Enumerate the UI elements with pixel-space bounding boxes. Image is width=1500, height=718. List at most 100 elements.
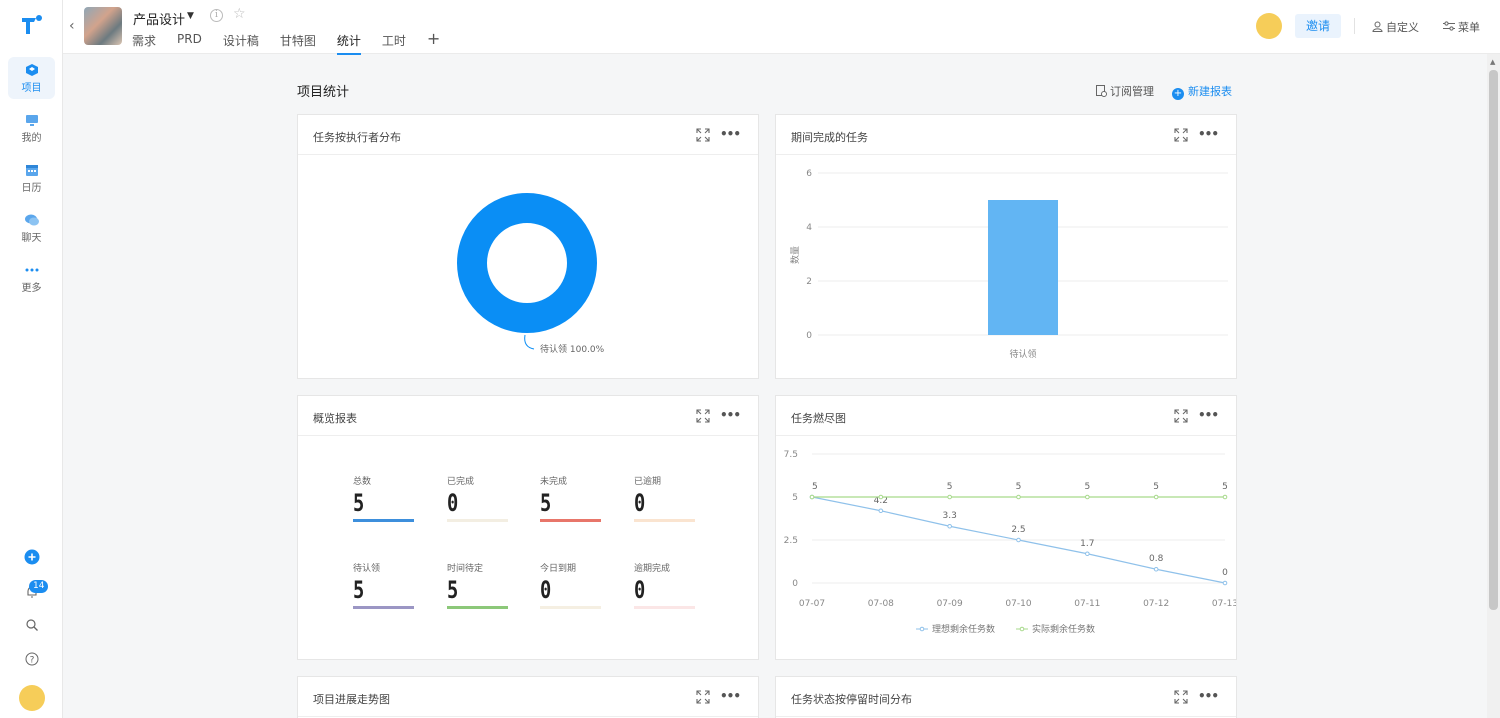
rail-item-more[interactable]: 更多 [8, 257, 55, 299]
x-tick-label: 07-07 [799, 599, 825, 609]
settings-sliders-icon [1443, 21, 1455, 31]
caret-down-icon[interactable]: ▼ [187, 11, 194, 21]
divider [1354, 18, 1355, 34]
star-icon[interactable]: ☆ [233, 6, 246, 22]
add-button[interactable] [0, 549, 63, 568]
data-label: 5 [1222, 482, 1228, 492]
card-title: 期间完成的任务 [791, 131, 868, 144]
person-icon [1372, 21, 1383, 32]
tab-requirements[interactable]: 需求 [132, 32, 156, 55]
data-point [878, 508, 884, 514]
stat-label: 总数 [353, 477, 372, 487]
menu-button[interactable]: 菜单 [1443, 19, 1480, 35]
expand-icon[interactable] [696, 409, 710, 423]
stat-bar [447, 519, 508, 522]
stat-completed-late: 逾期完成 0 [634, 561, 696, 609]
search-icon [25, 619, 38, 631]
expand-icon[interactable] [1174, 409, 1188, 423]
project-name[interactable]: 产品设计 [133, 9, 185, 28]
user-avatar[interactable] [0, 685, 63, 711]
data-point [947, 523, 952, 529]
expand-icon[interactable] [696, 690, 710, 704]
rail-item-project[interactable]: 项目 [8, 57, 55, 99]
expand-icon[interactable] [696, 128, 710, 142]
tab-statistics[interactable]: 统计 [336, 32, 361, 55]
app-logo-icon[interactable] [20, 14, 44, 36]
rail-item-calendar[interactable]: 日历 [8, 157, 55, 199]
more-options-icon[interactable]: ••• [1198, 689, 1219, 703]
help-button[interactable]: ? [0, 652, 63, 669]
tab-design[interactable]: 设计稿 [223, 32, 259, 55]
avatar[interactable] [1256, 13, 1282, 39]
expand-icon[interactable] [1174, 690, 1188, 704]
expand-icon[interactable] [1174, 128, 1188, 142]
vertical-scrollbar[interactable]: ▲ [1487, 54, 1500, 718]
subscribe-icon [1096, 85, 1107, 97]
rail-item-mine[interactable]: 我的 [8, 107, 55, 149]
status-duration-card: 任务状态按停留时间分布 ••• [775, 676, 1237, 718]
legend-label: 理想剩余任务数 [932, 623, 995, 635]
tab-gantt[interactable]: 甘特图 [280, 32, 316, 55]
x-tick-label: 07-12 [1143, 599, 1169, 609]
new-report-label: 新建报表 [1188, 85, 1232, 98]
project-cover-image [84, 7, 122, 45]
back-chevron-icon[interactable]: ‹ [69, 18, 75, 34]
y-tick-label: 7.5 [784, 450, 798, 460]
stat-label: 已逾期 [634, 477, 662, 487]
data-label: 0.8 [1149, 554, 1164, 564]
data-point [878, 494, 884, 500]
data-point [1222, 494, 1228, 500]
calendar-icon [25, 165, 38, 176]
y-tick-label: 0 [792, 579, 798, 589]
card-header: 概览报表 ••• [298, 396, 758, 436]
data-label: 5 [1016, 482, 1022, 492]
stat-bar [447, 606, 508, 609]
stat-time-tbd: 时间待定 5 [447, 561, 509, 609]
subscription-manage-button[interactable]: 订阅管理 [1096, 83, 1154, 99]
more-options-icon[interactable]: ••• [720, 127, 741, 141]
more-options-icon[interactable]: ••• [1198, 127, 1219, 141]
page-title: 项目统计 [297, 85, 350, 100]
rail-item-label: 项目 [21, 83, 42, 94]
invite-button[interactable]: 邀请 [1295, 14, 1341, 38]
stat-value: 0 [540, 576, 552, 604]
rail-item-chat[interactable]: 聊天 [8, 207, 55, 249]
customize-label: 自定义 [1386, 21, 1419, 34]
add-tab-icon[interactable]: + [427, 31, 440, 55]
stat-value: 0 [447, 489, 459, 517]
stat-due-today: 今日到期 0 [540, 561, 602, 609]
y-tick-label: 4 [806, 223, 812, 233]
stat-label: 已完成 [447, 477, 475, 487]
new-report-button[interactable]: + 新建报表 [1172, 83, 1232, 100]
more-options-icon[interactable]: ••• [1198, 408, 1219, 422]
search-button[interactable] [0, 618, 63, 635]
more-options-icon[interactable]: ••• [720, 689, 741, 703]
scrollbar-thumb[interactable] [1489, 70, 1498, 610]
stat-value: 5 [447, 576, 459, 604]
info-icon[interactable]: i [210, 9, 223, 22]
stat-bar [634, 606, 695, 609]
completed-tasks-card: 期间完成的任务 ••• 0 2 4 6 数量 待认领 [775, 114, 1237, 379]
legend-marker [919, 626, 925, 632]
data-point [1222, 580, 1228, 586]
y-tick-label: 2 [806, 277, 812, 287]
notifications-button[interactable]: 14 [0, 580, 63, 602]
tab-worktime[interactable]: 工时 [382, 32, 406, 55]
stat-bar [353, 606, 414, 609]
more-options-icon[interactable]: ••• [720, 408, 741, 422]
y-tick-label: 0 [806, 331, 812, 341]
donut-slice [457, 193, 597, 333]
data-label: 5 [1153, 482, 1159, 492]
stat-bar [634, 519, 695, 522]
data-label: 3.3 [943, 511, 957, 521]
y-tick-label: 6 [806, 169, 812, 179]
tab-prd[interactable]: PRD [177, 32, 202, 55]
stat-bar [540, 606, 601, 609]
data-point [1085, 494, 1090, 500]
stat-bar [540, 519, 601, 522]
scroll-up-icon[interactable]: ▲ [1490, 58, 1495, 66]
slice-label: 待认领 100.0% [540, 343, 605, 355]
plus-circle-icon [24, 549, 39, 565]
customize-button[interactable]: 自定义 [1372, 19, 1419, 35]
data-point [1153, 494, 1159, 500]
